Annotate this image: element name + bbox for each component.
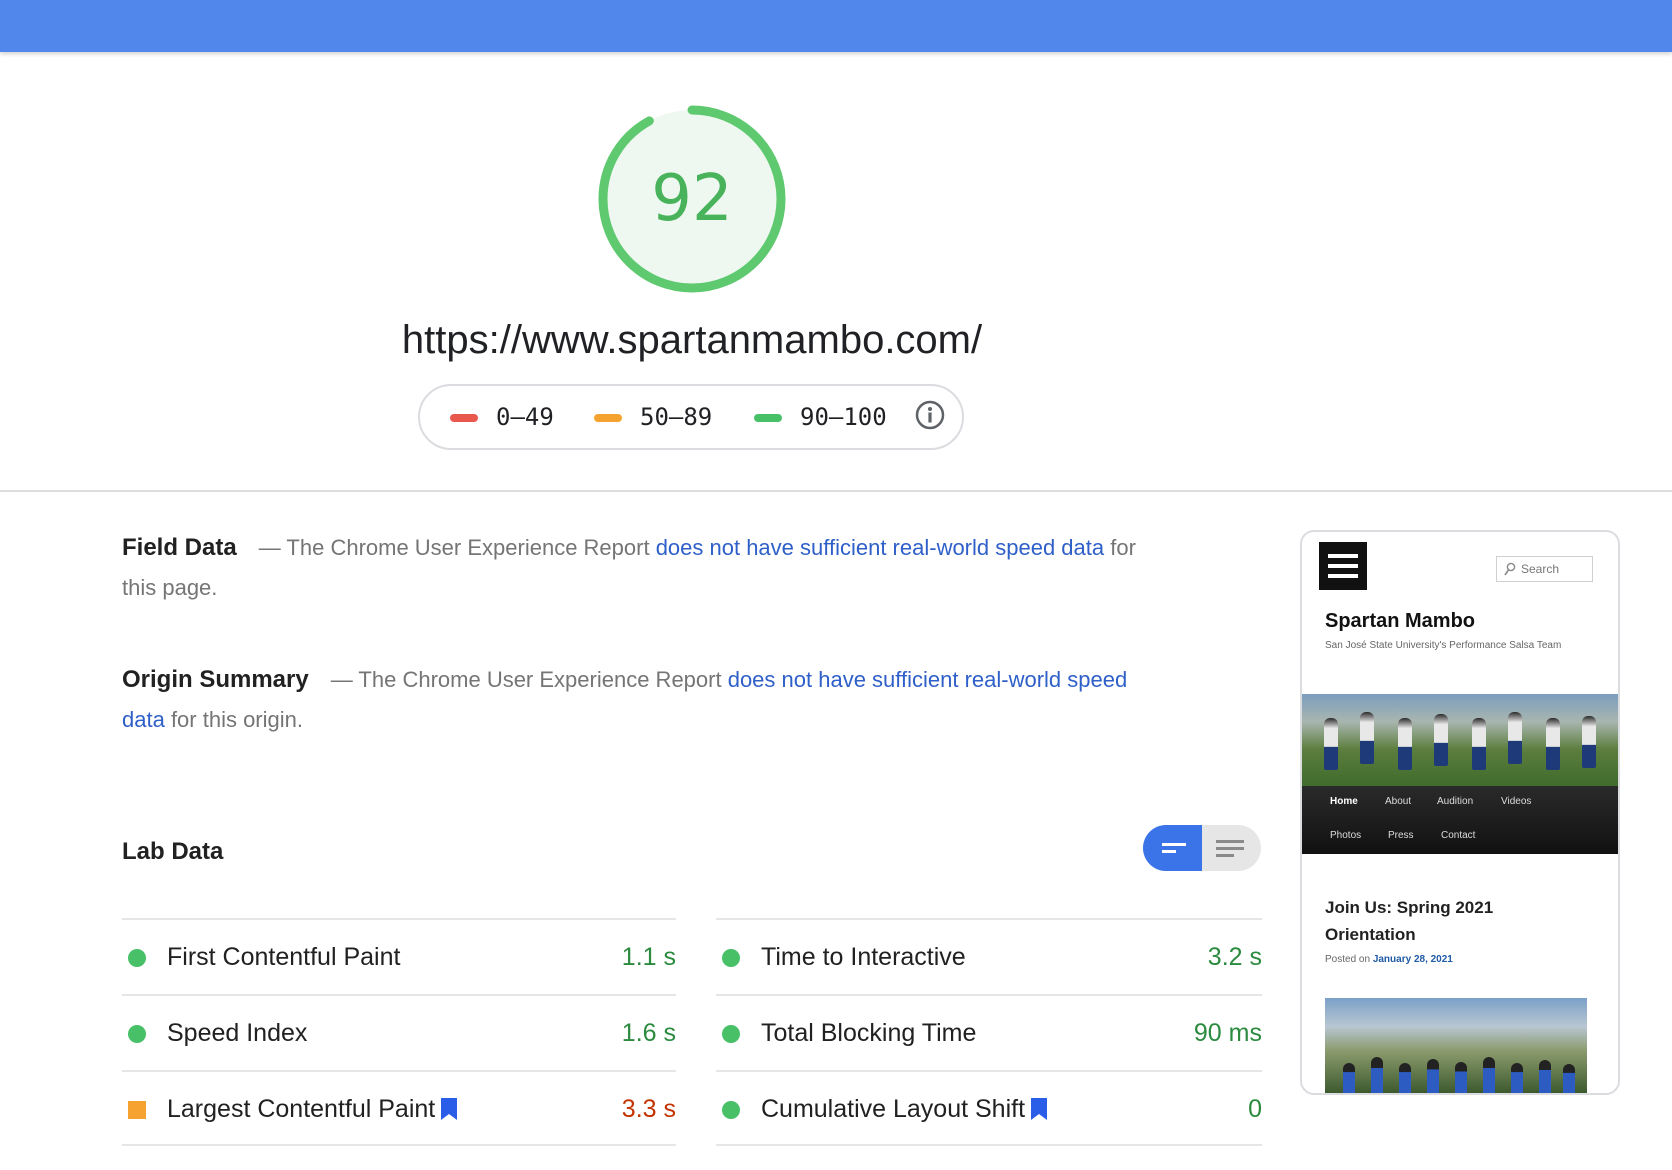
preview-hero-image — [1302, 694, 1618, 786]
origin-summary-title: Origin Summary — [122, 666, 309, 693]
origin-summary-suffix: for this origin. — [164, 707, 303, 732]
metric-value: 0 — [1248, 1095, 1262, 1123]
metrics-right-column: Time to Interactive 3.2 s Total Blocking… — [716, 918, 1262, 1148]
person-figure — [1511, 1063, 1523, 1093]
score-legend: 0–49 50–89 90–100 — [418, 384, 964, 450]
preview-tagline: San José State University's Performance … — [1325, 640, 1562, 651]
legend-average-label: 50–89 — [640, 403, 713, 431]
metric-label: Cumulative Layout Shift — [761, 1095, 1026, 1123]
legend-pass-swatch — [754, 414, 782, 422]
legend-average-swatch — [594, 414, 622, 422]
summary-view-icon — [1162, 843, 1186, 853]
info-icon[interactable] — [915, 400, 945, 430]
metrics-left-column: First Contentful Paint 1.1 s Speed Index… — [122, 918, 676, 1148]
page-screenshot-preview: Search Spartan Mambo San José State Univ… — [1300, 530, 1620, 1095]
person-figure — [1371, 1057, 1383, 1093]
detailed-view-toggle[interactable] — [1202, 825, 1261, 871]
field-data-section: Field Data — The Chrome User Experience R… — [122, 528, 1162, 608]
average-indicator — [128, 1101, 146, 1119]
metric-label: Total Blocking Time — [761, 1019, 977, 1047]
preview-site-title: Spartan Mambo — [1325, 610, 1476, 632]
metric-label: First Contentful Paint — [167, 943, 401, 971]
preview-post-image — [1325, 998, 1587, 1093]
preview-nav-videos: Videos — [1501, 796, 1532, 807]
metric-label: Time to Interactive — [761, 943, 966, 971]
metric-row-tti: Time to Interactive 3.2 s — [716, 918, 1262, 994]
person-figure — [1539, 1060, 1551, 1093]
metric-label-wrap: Largest Contentful Paint — [167, 1072, 458, 1146]
view-toggle — [1143, 825, 1261, 871]
preview-nav-press: Press — [1388, 830, 1414, 841]
person-figure — [1483, 1057, 1495, 1093]
pass-indicator — [128, 1025, 146, 1043]
dancer-figure — [1582, 716, 1596, 768]
performance-score: 92 — [651, 162, 733, 236]
person-figure — [1343, 1063, 1355, 1093]
preview-nav-contact: Contact — [1441, 830, 1476, 841]
search-icon — [1504, 562, 1516, 576]
dancer-figure — [1472, 718, 1486, 770]
summary-view-toggle[interactable] — [1143, 825, 1202, 871]
section-divider — [0, 490, 1672, 492]
metric-row-fcp: First Contentful Paint 1.1 s — [122, 918, 676, 994]
dancer-figure — [1324, 718, 1338, 770]
metric-value: 3.2 s — [1207, 943, 1262, 971]
dancer-figure — [1508, 712, 1522, 764]
preview-posted-prefix: Posted on — [1325, 954, 1373, 965]
dancer-figure — [1546, 718, 1560, 770]
field-data-prefix: — The Chrome User Experience Report — [258, 535, 656, 560]
metric-label-wrap: Cumulative Layout Shift — [761, 1072, 1048, 1146]
dancer-figure — [1398, 718, 1412, 770]
bookmark-icon[interactable] — [1031, 1098, 1048, 1120]
metric-value: 3.3 s — [621, 1095, 676, 1123]
lab-data-title: Lab Data — [122, 838, 224, 865]
preview-nav-home: Home — [1330, 796, 1358, 807]
preview-nav-audition: Audition — [1437, 796, 1474, 807]
origin-summary-section: Origin Summary — The Chrome User Experien… — [122, 660, 1162, 740]
metric-value: 90 ms — [1193, 1019, 1262, 1047]
hamburger-menu-icon — [1319, 542, 1367, 590]
legend-pass-label: 90–100 — [800, 403, 887, 431]
person-figure — [1399, 1063, 1411, 1093]
detailed-view-icon — [1216, 840, 1244, 857]
metric-row-lcp: Largest Contentful Paint 3.3 s — [122, 1070, 676, 1146]
field-data-link[interactable]: does not have sufficient real-world spee… — [656, 535, 1104, 560]
preview-nav-photos: Photos — [1330, 830, 1362, 841]
metric-value: 1.6 s — [621, 1019, 676, 1047]
metric-row-speed-index: Speed Index 1.6 s — [122, 994, 676, 1070]
field-data-title: Field Data — [122, 534, 237, 561]
person-figure — [1427, 1059, 1439, 1093]
preview-search-placeholder: Search — [1521, 562, 1560, 576]
top-bar — [0, 0, 1672, 52]
dancer-figure — [1434, 714, 1448, 766]
metric-value: 1.1 s — [621, 943, 676, 971]
legend-fail-swatch — [450, 414, 478, 422]
bookmark-icon[interactable] — [441, 1098, 458, 1120]
legend-fail-label: 0–49 — [496, 403, 554, 431]
preview-post-meta: Posted on January 28, 2021 — [1325, 954, 1453, 965]
preview-search-box: Search — [1496, 556, 1593, 582]
pass-indicator — [722, 1025, 740, 1043]
origin-summary-prefix: — The Chrome User Experience Report — [330, 667, 728, 692]
dancer-figure — [1360, 712, 1374, 764]
metric-row-cls: Cumulative Layout Shift 0 — [716, 1070, 1262, 1146]
metric-row-tbt: Total Blocking Time 90 ms — [716, 994, 1262, 1070]
pass-indicator — [128, 949, 146, 967]
preview-posted-date: January 28, 2021 — [1372, 954, 1453, 965]
performance-score-gauge: 92 — [592, 99, 792, 299]
tested-url: https://www.spartanmambo.com/ — [401, 318, 983, 362]
metric-label: Largest Contentful Paint — [167, 1095, 436, 1123]
person-figure — [1455, 1062, 1467, 1093]
person-figure — [1563, 1064, 1575, 1093]
metric-label: Speed Index — [167, 1019, 308, 1047]
pass-indicator — [722, 1101, 740, 1119]
preview-nav-bar: Home About Audition Videos Photos Press … — [1302, 786, 1618, 854]
preview-nav-about: About — [1385, 796, 1412, 807]
pass-indicator — [722, 949, 740, 967]
preview-post-title: Join Us: Spring 2021 Orientation — [1325, 898, 1494, 944]
